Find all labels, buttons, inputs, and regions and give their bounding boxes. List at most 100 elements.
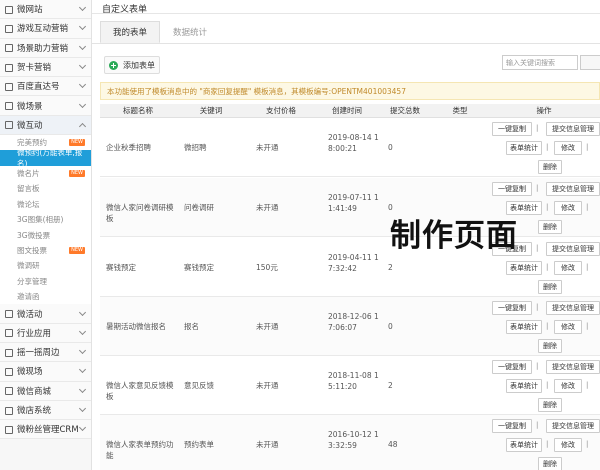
sidebar-item-baidu[interactable]: 百度直达号	[0, 77, 91, 97]
edit-button[interactable]: 修改	[554, 379, 582, 393]
cell-count: 2	[388, 263, 393, 272]
add-form-button[interactable]: 添加表单	[104, 56, 160, 74]
submit-manage-button[interactable]: 提交信息管理	[546, 360, 600, 374]
cell-time: 2019-07-11 11:41:49	[328, 193, 379, 213]
form-stats-button[interactable]: 表单统计	[506, 438, 542, 452]
sidebar-sub-forum[interactable]: 微论坛	[0, 196, 91, 213]
cell-keyword: 微招聘	[184, 143, 207, 152]
separator: |	[586, 143, 589, 151]
sidebar-sub-business-card[interactable]: 微名片 NEW	[0, 165, 91, 182]
copy-button[interactable]: 一键复制	[492, 419, 532, 433]
sidebar-item-shop[interactable]: 微信商城	[0, 381, 91, 401]
sidebar-sub-booking-form[interactable]: 微预约(万能表单,报名)	[0, 148, 91, 168]
sidebar-item-store[interactable]: 微店系统	[0, 400, 91, 421]
sidebar-sub-invitation[interactable]: 邀请函	[0, 288, 91, 305]
cell-keyword: 报名	[184, 322, 199, 331]
chevron-down-icon	[79, 24, 87, 32]
sidebar-item-micro-scene[interactable]: 微场景	[0, 96, 91, 116]
table-row: 企业秋季招聘 微招聘 未开通 2019-08-14 18:00:21 0 一键复制 | 提交信…	[100, 118, 600, 177]
delete-button[interactable]: 删除	[538, 339, 562, 353]
form-stats-button[interactable]: 表单统计	[506, 320, 542, 334]
edit-button[interactable]: 修改	[554, 438, 582, 452]
sidebar-sub-album[interactable]: 3G图集(相册)	[0, 212, 91, 228]
sidebar-item-greeting-card[interactable]: 贺卡营销	[0, 57, 91, 78]
chevron-down-icon	[79, 367, 87, 375]
tab-data-stats[interactable]: 数据统计	[160, 21, 220, 43]
sidebar-item-shake[interactable]: 摇一摇周边	[0, 342, 91, 363]
form-stats-button[interactable]: 表单统计	[506, 141, 542, 155]
sidebar-item-crm[interactable]: 微粉丝管理CRM	[0, 420, 91, 440]
sidebar-item-label: 微活动	[17, 309, 43, 320]
sidebar-sub-image-vote[interactable]: 图文投票 NEW	[0, 242, 91, 259]
copy-button[interactable]: 一键复制	[492, 301, 532, 315]
sidebar-item-weisite[interactable]: 微网站	[0, 0, 91, 20]
tab-my-forms[interactable]: 我的表单	[100, 21, 161, 43]
table-row: 暑期活动微信报名 报名 未开通 2018-12-06 17:06:07 0 一键复制 | 提交…	[100, 297, 600, 356]
submit-manage-button[interactable]: 提交信息管理	[546, 182, 600, 196]
gamepad-icon	[4, 24, 13, 33]
sidebar-item-interact[interactable]: 微互动	[0, 115, 91, 136]
cell-title: 微信人家问卷调研模板	[106, 203, 174, 223]
delete-button[interactable]: 删除	[538, 160, 562, 174]
cell-time: 2018-12-06 17:06:07	[328, 312, 379, 332]
submit-manage-button[interactable]: 提交信息管理	[546, 242, 600, 256]
delete-button[interactable]: 删除	[538, 280, 562, 294]
chevron-down-icon	[79, 5, 87, 13]
sidebar-sub-share[interactable]: 分享管理	[0, 273, 91, 289]
sidebar-item-label: 贺卡营销	[17, 63, 52, 74]
chevron-down-icon	[79, 44, 87, 52]
new-badge: NEW	[69, 139, 85, 147]
submit-manage-button[interactable]: 提交信息管理	[546, 122, 600, 136]
sidebar-item-activity[interactable]: 微活动	[0, 304, 91, 324]
sub-label: 图文投票	[17, 246, 47, 255]
cell-title: 赛钱预定	[106, 263, 136, 272]
shop-icon	[4, 386, 13, 396]
copy-button[interactable]: 一键复制	[492, 122, 532, 136]
edit-button[interactable]: 修改	[554, 201, 582, 215]
edit-button[interactable]: 修改	[554, 261, 582, 275]
sidebar: 微网站 游戏互动营销 场景助力营销 贺卡营销 百度直达号 微场景 微互动 完美预…	[0, 0, 92, 470]
copy-button[interactable]: 一键复制	[492, 182, 532, 196]
cell-time: 2018-11-08 15:11:20	[328, 371, 379, 391]
cell-price: 150元	[256, 263, 278, 272]
sidebar-item-live[interactable]: 微现场	[0, 362, 91, 382]
separator: |	[536, 303, 539, 311]
delete-button[interactable]: 删除	[538, 398, 562, 412]
template-notice: 本功能使用了模板消息中的 "商家回复提醒" 模板消息，其模板编号:OPENTM4…	[100, 82, 600, 100]
separator: |	[546, 143, 549, 151]
sidebar-item-industry[interactable]: 行业应用	[0, 323, 91, 343]
sidebar-sub-survey[interactable]: 微调研	[0, 258, 91, 274]
sidebar-item-label: 微互动	[17, 120, 43, 131]
sidebar-item-label: 场景助力营销	[17, 43, 69, 54]
col-ops: 操作	[536, 106, 552, 115]
cell-title: 企业秋季招聘	[106, 143, 151, 152]
sub-label: 3G图集(相册)	[17, 215, 64, 225]
chevron-down-icon	[79, 310, 87, 318]
activity-icon	[4, 309, 13, 319]
cell-title: 微信人家表单预约功能	[106, 440, 174, 460]
search-input[interactable]: 输入关键词搜索	[502, 55, 578, 70]
sidebar-item-scene-boost[interactable]: 场景助力营销	[0, 38, 91, 58]
sidebar-item-games[interactable]: 游戏互动营销	[0, 19, 91, 39]
delete-button[interactable]: 删除	[538, 220, 562, 234]
search-button[interactable]	[580, 55, 600, 70]
delete-button[interactable]: 删除	[538, 457, 562, 470]
sidebar-sub-vote[interactable]: 3G微投票	[0, 227, 91, 243]
scene-icon	[4, 43, 13, 53]
separator: |	[546, 203, 549, 211]
separator: |	[586, 440, 589, 448]
chevron-down-icon	[79, 425, 87, 433]
col-count: 提交总数	[390, 106, 420, 115]
table-row: 微信人家表单预约功能 预约表单 未开通 2016-10-12 13:32:59 48 一键…	[100, 415, 600, 470]
form-stats-button[interactable]: 表单统计	[506, 379, 542, 393]
table-row: 微信人家意见反馈模板 意见反馈 未开通 2018-11-08 15:11:20 2 一键复…	[100, 356, 600, 415]
submit-manage-button[interactable]: 提交信息管理	[546, 419, 600, 433]
separator: |	[536, 421, 539, 429]
sidebar-sub-message-board[interactable]: 留言板	[0, 181, 91, 197]
submit-manage-button[interactable]: 提交信息管理	[546, 301, 600, 315]
form-stats-button[interactable]: 表单统计	[506, 261, 542, 275]
sidebar-item-label: 微现场	[17, 367, 43, 378]
copy-button[interactable]: 一键复制	[492, 360, 532, 374]
edit-button[interactable]: 修改	[554, 141, 582, 155]
edit-button[interactable]: 修改	[554, 320, 582, 334]
